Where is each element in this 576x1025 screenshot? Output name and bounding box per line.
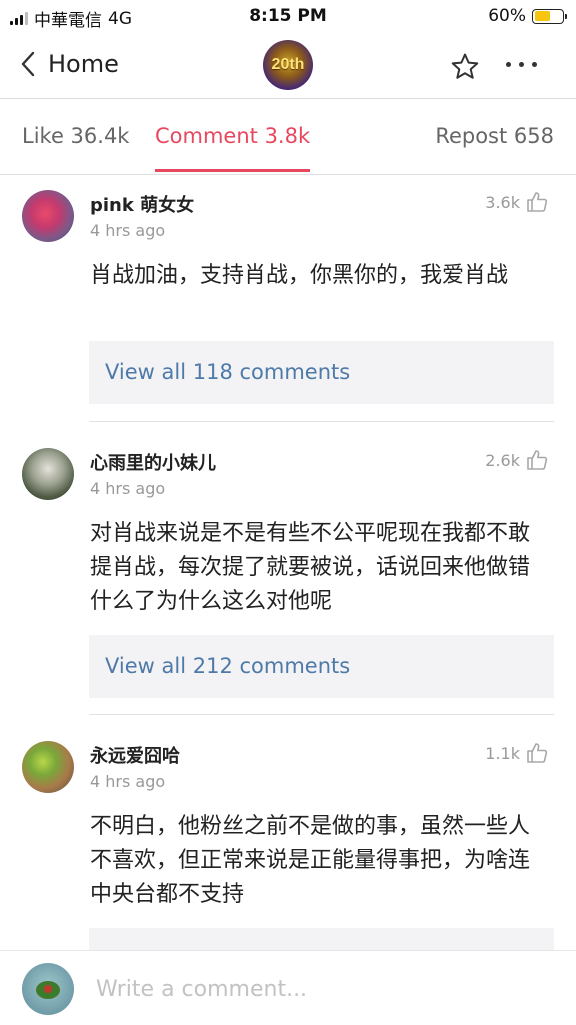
- battery-icon: [532, 8, 567, 24]
- comment-time: 4 hrs ago: [90, 479, 166, 498]
- comment-time: 4 hrs ago: [90, 221, 166, 240]
- logo-text: 20th: [271, 56, 305, 73]
- account-logo[interactable]: 20th: [263, 40, 313, 90]
- like-button[interactable]: 2.6k: [485, 449, 548, 471]
- avatar[interactable]: [22, 190, 74, 242]
- comment-author[interactable]: 心雨里的小妹儿: [90, 449, 216, 475]
- active-tab-indicator: [155, 169, 310, 172]
- like-count: 3.6k: [485, 192, 520, 212]
- battery-percent: 60%: [488, 6, 526, 26]
- back-button[interactable]: Home: [20, 50, 119, 78]
- like-button[interactable]: 3.6k: [485, 191, 548, 213]
- view-all-replies-link[interactable]: View all 212 comments: [89, 635, 554, 698]
- thumbs-up-icon: [527, 743, 548, 763]
- like-count: 2.6k: [485, 450, 520, 470]
- favorite-star-icon[interactable]: [450, 52, 480, 86]
- tab-like[interactable]: Like 36.4k: [22, 124, 129, 148]
- tab-bar: Like 36.4k Comment 3.8k Repost 658: [0, 99, 576, 175]
- comment-input[interactable]: [94, 971, 548, 1007]
- comment-author[interactable]: 永远爱囧哈: [90, 742, 180, 768]
- nav-bar: Home 20th: [0, 34, 576, 99]
- avatar[interactable]: [22, 448, 74, 500]
- comment-text: 肖战加油，支持肖战，你黑你的，我爱肖战: [90, 263, 509, 288]
- view-all-replies-link[interactable]: View all 118 comments: [89, 341, 554, 404]
- thumbs-up-icon: [527, 450, 548, 470]
- tab-repost[interactable]: Repost 658: [435, 124, 554, 148]
- back-label: Home: [48, 50, 119, 78]
- chevron-left-icon: [20, 50, 36, 78]
- more-options-icon[interactable]: [506, 62, 537, 67]
- avatar: [22, 963, 74, 1015]
- tab-comment[interactable]: Comment 3.8k: [155, 124, 310, 148]
- comment-text: 不明白，他粉丝之前不是做的事，虽然一些人不喜欢，但正常来说是正能量得事把，为啥连…: [90, 814, 531, 907]
- thumbs-up-icon: [527, 192, 548, 212]
- like-button[interactable]: 1.1k: [485, 742, 548, 764]
- comment-composer: [0, 950, 576, 1025]
- comment-divider: [89, 421, 554, 422]
- avatar[interactable]: [22, 741, 74, 793]
- status-bar: 中華電信 4G 8:15 PM 60%: [0, 0, 576, 34]
- comment-text: 对肖战来说是不是有些不公平呢现在我都不敢提肖战，每次提了就要被说，话说回来他做错…: [90, 521, 531, 614]
- comment-time: 4 hrs ago: [90, 772, 166, 791]
- status-right: 60%: [488, 6, 567, 26]
- comment-divider: [89, 714, 554, 715]
- comment-author[interactable]: pink 萌女女: [90, 191, 194, 217]
- like-count: 1.1k: [485, 743, 520, 763]
